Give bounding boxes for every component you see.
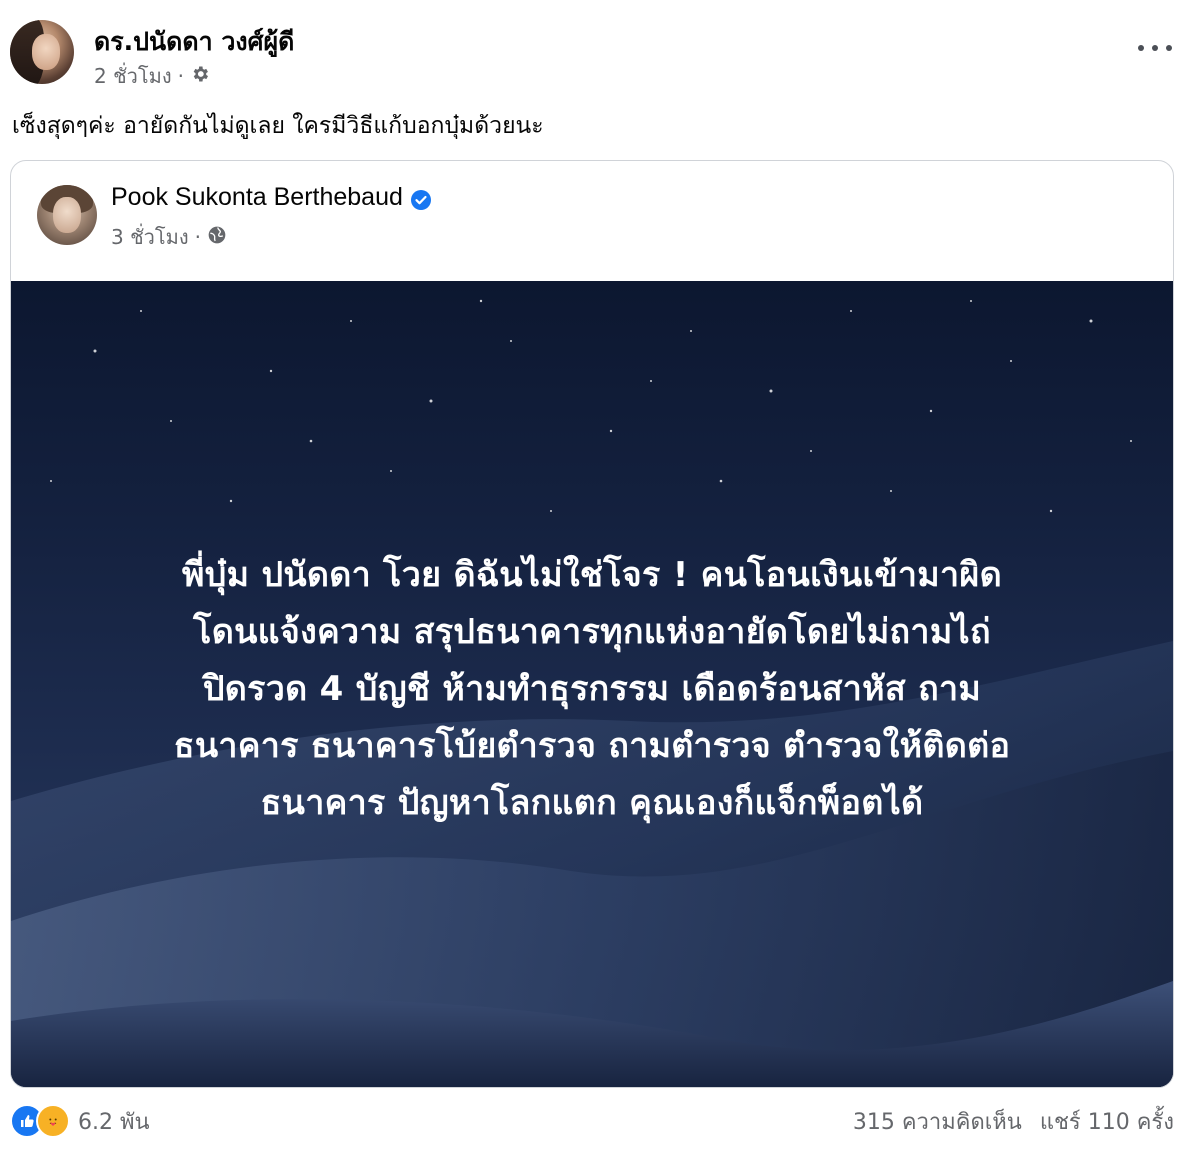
post-header: ดร.ปนัดดา วงศ์ผู้ดี 2 ชั่วโมง ·	[10, 14, 1180, 94]
shared-author-row: Pook Sukonta Berthebaud	[111, 183, 431, 212]
shared-author-name[interactable]: Pook Sukonta Berthebaud	[111, 183, 403, 212]
post-footer: 6.2 พัน 315 ความคิดเห็น แชร์ 110 ครั้ง	[10, 1098, 1174, 1144]
more-options-icon[interactable]	[1138, 38, 1172, 58]
care-reaction-icon	[36, 1104, 70, 1138]
shared-post-card[interactable]: Pook Sukonta Berthebaud 3 ชั่วโมง · พี่บ…	[10, 160, 1174, 1088]
author-avatar[interactable]	[10, 20, 74, 84]
facebook-post: ดร.ปนัดดา วงศ์ผู้ดี 2 ชั่วโมง · เซ็งสุดๆ…	[0, 0, 1200, 1152]
image-text-line: ปิดรวด 4 บัญชี ห้ามทำธุรกรรม เดือดร้อนสา…	[202, 669, 982, 709]
verified-badge-icon	[410, 188, 431, 210]
gear-icon[interactable]	[190, 64, 210, 89]
reactions-summary[interactable]: 6.2 พัน	[10, 1104, 150, 1139]
post-caption: เซ็งสุดๆค่ะ อายัดกันไม่ดูเลย ใครมีวิธีแก…	[12, 113, 544, 139]
shared-author-avatar[interactable]	[37, 185, 97, 245]
globe-icon[interactable]	[207, 225, 227, 250]
share-count[interactable]: แชร์ 110 ครั้ง	[1040, 1104, 1174, 1139]
author-name[interactable]: ดร.ปนัดดา วงศ์ผู้ดี	[94, 22, 294, 62]
comment-count[interactable]: 315 ความคิดเห็น	[853, 1104, 1022, 1139]
shared-post-meta: 3 ชั่วโมง ·	[111, 221, 227, 253]
image-text-line: พี่บุ๋ม ปนัดดา โวย ดิฉันไม่ใช่โจร ! คนโอ…	[182, 555, 1002, 595]
shared-post-image[interactable]: พี่บุ๋ม ปนัดดา โวย ดิฉันไม่ใช่โจร ! คนโอ…	[11, 281, 1173, 1087]
post-time[interactable]: 2 ชั่วโมง	[94, 60, 172, 92]
image-text-line: ธนาคาร ธนาคารโบ้ยตำรวจ ถามตำรวจ ตำรวจให้…	[173, 726, 1011, 766]
reaction-count[interactable]: 6.2 พัน	[78, 1104, 150, 1139]
image-text-line: โดนแจ้งความ สรุปธนาคารทุกแห่งอายัดโดยไม่…	[193, 612, 991, 652]
post-meta: 2 ชั่วโมง ·	[94, 60, 210, 92]
image-overlay-text: พี่บุ๋ม ปนัดดา โวย ดิฉันไม่ใช่โจร ! คนโอ…	[51, 547, 1133, 832]
engagement-stats: 315 ความคิดเห็น แชร์ 110 ครั้ง	[853, 1104, 1174, 1139]
shared-post-time[interactable]: 3 ชั่วโมง	[111, 221, 189, 253]
image-text-line: ธนาคาร ปัญหาโลกแตก คุณเองก็แจ็กพ็อตได้	[260, 783, 924, 823]
